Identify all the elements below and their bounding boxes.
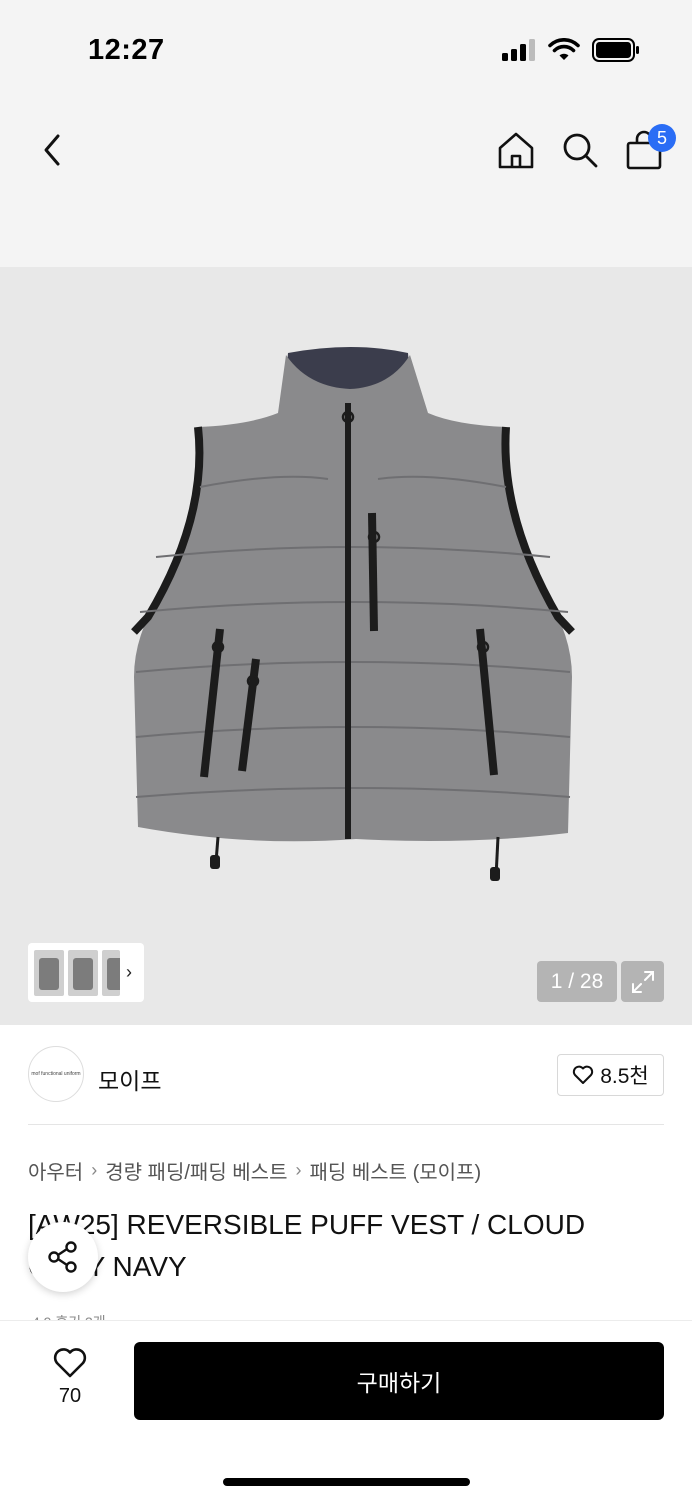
home-button[interactable] bbox=[492, 126, 540, 174]
brand-logo-text: mof functional uniform bbox=[31, 1071, 81, 1077]
brand-logo[interactable]: mof functional uniform bbox=[28, 1046, 84, 1102]
home-icon bbox=[498, 132, 534, 169]
breadcrumb-item[interactable]: 아우터 bbox=[28, 1156, 83, 1185]
image-counter: 1 / 28 bbox=[537, 961, 617, 1002]
wifi-icon bbox=[548, 38, 580, 60]
buy-button[interactable]: 구매하기 bbox=[134, 1342, 664, 1420]
expand-image-button[interactable] bbox=[621, 961, 664, 1002]
share-icon bbox=[48, 1241, 77, 1273]
status-time: 12:27 bbox=[88, 34, 165, 66]
heart-icon bbox=[573, 1065, 594, 1084]
thumbnail-image bbox=[102, 949, 120, 996]
heart-icon bbox=[53, 1348, 87, 1378]
cellular-signal-icon bbox=[502, 39, 535, 61]
status-bar: 12:27 bbox=[0, 0, 692, 100]
chevron-right-icon: › bbox=[91, 1160, 98, 1180]
thumbnail-image bbox=[34, 949, 64, 996]
rating-summary: 4.9 후기 3개 bbox=[32, 1312, 106, 1320]
search-icon bbox=[563, 133, 598, 168]
brand-like-button[interactable]: 8.5천 bbox=[557, 1054, 664, 1096]
home-indicator bbox=[223, 1478, 470, 1486]
breadcrumb: 아우터 › 경량 패딩/패딩 베스트 › 패딩 베스트 (모이프) bbox=[28, 1156, 481, 1185]
thumbnail-image bbox=[68, 949, 98, 996]
brand-like-count: 8.5천 bbox=[600, 1065, 649, 1088]
nav-actions: 5 bbox=[492, 124, 676, 174]
divider bbox=[28, 1124, 664, 1125]
share-button[interactable] bbox=[28, 1222, 98, 1292]
cart-button[interactable]: 5 bbox=[620, 124, 676, 174]
breadcrumb-item[interactable]: 패딩 베스트 (모이프) bbox=[309, 1156, 481, 1185]
product-image bbox=[131, 347, 575, 881]
bottom-action-bar: 70 구매하기 bbox=[0, 1320, 692, 1500]
search-button[interactable] bbox=[556, 126, 604, 174]
product-image-gallery[interactable]: › 1 / 28 bbox=[0, 267, 692, 1025]
chevron-left-icon bbox=[44, 134, 60, 166]
back-button[interactable] bbox=[30, 128, 74, 172]
status-icons bbox=[502, 38, 640, 62]
nav-bar: 5 bbox=[0, 100, 692, 267]
expand-icon bbox=[631, 970, 654, 993]
wishlist-button[interactable]: 70 bbox=[40, 1347, 100, 1408]
chevron-right-icon: › bbox=[126, 962, 132, 982]
thumbnail-strip-button[interactable]: › bbox=[28, 943, 144, 1002]
cart-count-badge: 5 bbox=[648, 124, 676, 152]
product-title: [AW25] REVERSIBLE PUFF VEST / CLOUD GRAY… bbox=[28, 1209, 586, 1282]
chevron-right-icon: › bbox=[295, 1160, 302, 1180]
brand-name[interactable]: 모이프 bbox=[98, 1062, 161, 1096]
battery-icon bbox=[592, 38, 639, 62]
breadcrumb-item[interactable]: 경량 패딩/패딩 베스트 bbox=[105, 1156, 287, 1185]
wishlist-count: 70 bbox=[58, 1385, 82, 1407]
brand-row: mof functional uniform 모이프 8.5천 bbox=[0, 1025, 692, 1126]
